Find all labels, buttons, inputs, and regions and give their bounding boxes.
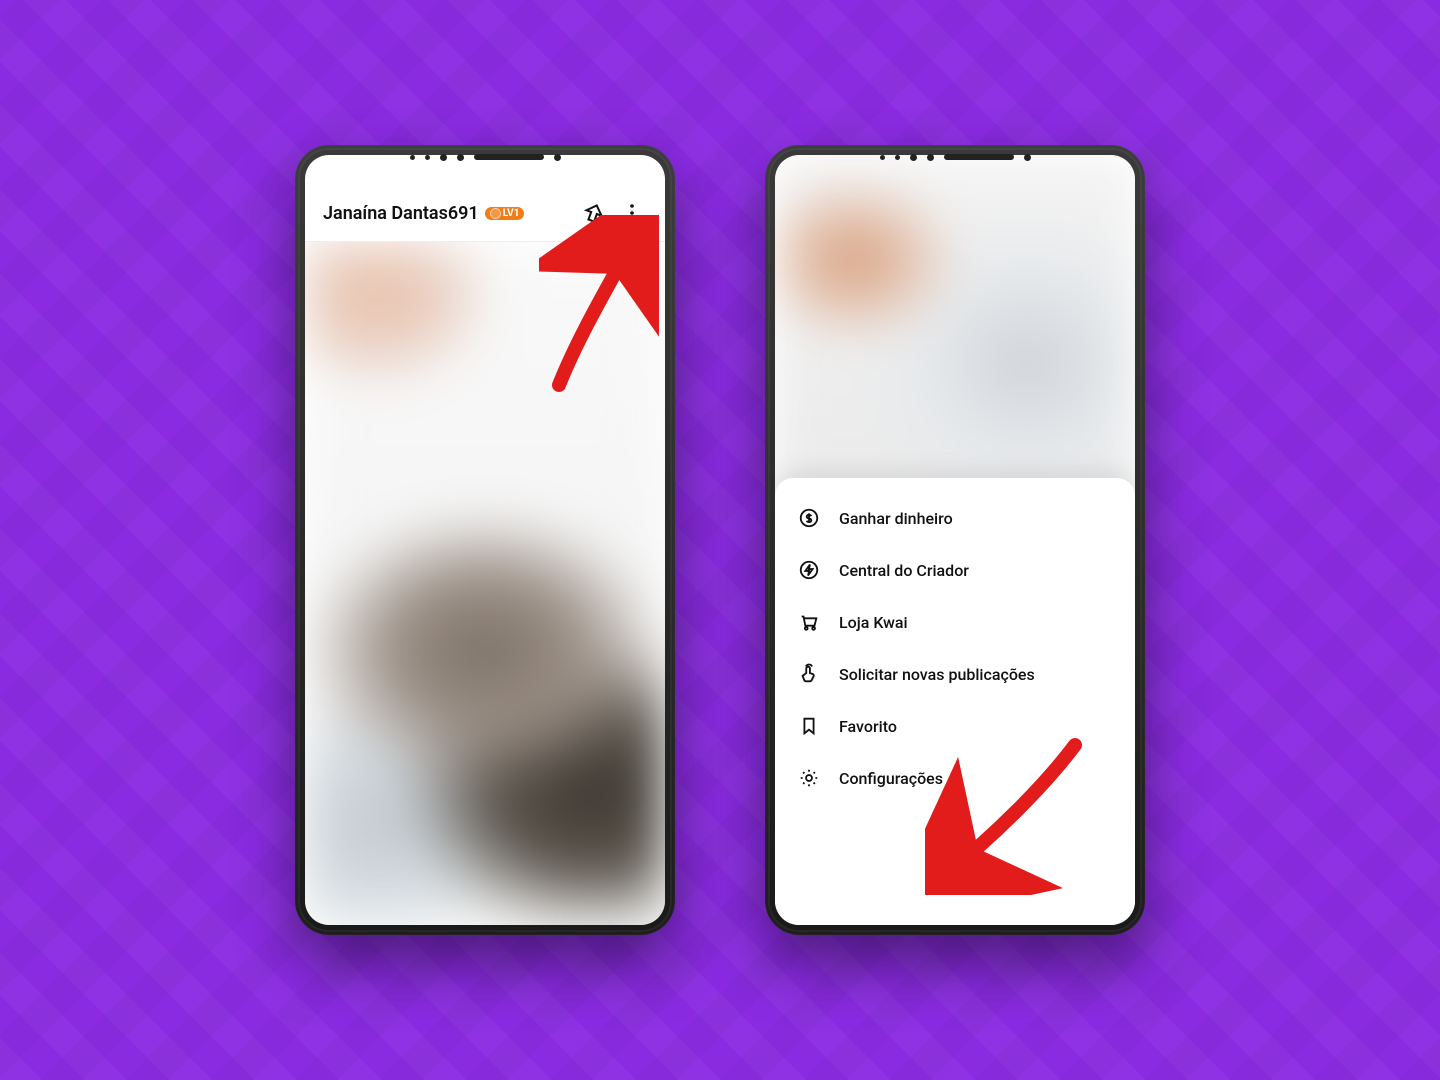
bookmark-icon	[797, 714, 821, 738]
menu-label: Favorito	[839, 717, 897, 736]
tutorial-stage: Janaína Dantas691 LV1	[0, 0, 1440, 1080]
cart-icon	[797, 610, 821, 634]
menu-item-settings[interactable]: Configurações	[775, 752, 1135, 804]
level-badge: LV1	[485, 207, 525, 220]
menu-label: Ganhar dinheiro	[839, 509, 953, 528]
phone2-screen: Ganhar dinheiro Central do Criador Loja …	[775, 155, 1135, 925]
phone-mockup-1: Janaína Dantas691 LV1	[295, 145, 675, 935]
menu-item-kwai-store[interactable]: Loja Kwai	[775, 596, 1135, 648]
menu-label: Solicitar novas publicações	[839, 665, 1035, 684]
share-button[interactable]	[575, 194, 613, 232]
phone1-screen: Janaína Dantas691 LV1	[305, 155, 665, 925]
menu-item-request-posts[interactable]: Solicitar novas publicações	[775, 648, 1135, 700]
dollar-icon	[797, 506, 821, 530]
profile-username: Janaína Dantas691	[323, 203, 479, 224]
profile-body-blurred	[305, 241, 665, 925]
gear-icon	[797, 766, 821, 790]
menu-label: Loja Kwai	[839, 613, 908, 632]
more-options-button[interactable]	[613, 194, 651, 232]
share-icon	[582, 201, 606, 225]
options-bottom-sheet: Ganhar dinheiro Central do Criador Loja …	[775, 478, 1135, 925]
tap-icon	[797, 662, 821, 686]
menu-label: Configurações	[839, 769, 943, 788]
menu-label: Central do Criador	[839, 561, 969, 580]
profile-topbar: Janaína Dantas691 LV1	[305, 185, 665, 242]
bolt-icon	[797, 558, 821, 582]
menu-item-favorite[interactable]: Favorito	[775, 700, 1135, 752]
menu-item-creator-center[interactable]: Central do Criador	[775, 544, 1135, 596]
phone-mockup-2: Ganhar dinheiro Central do Criador Loja …	[765, 145, 1145, 935]
profile-body-blurred	[775, 155, 1135, 502]
menu-item-earn-money[interactable]: Ganhar dinheiro	[775, 492, 1135, 544]
more-vertical-icon	[620, 201, 644, 225]
